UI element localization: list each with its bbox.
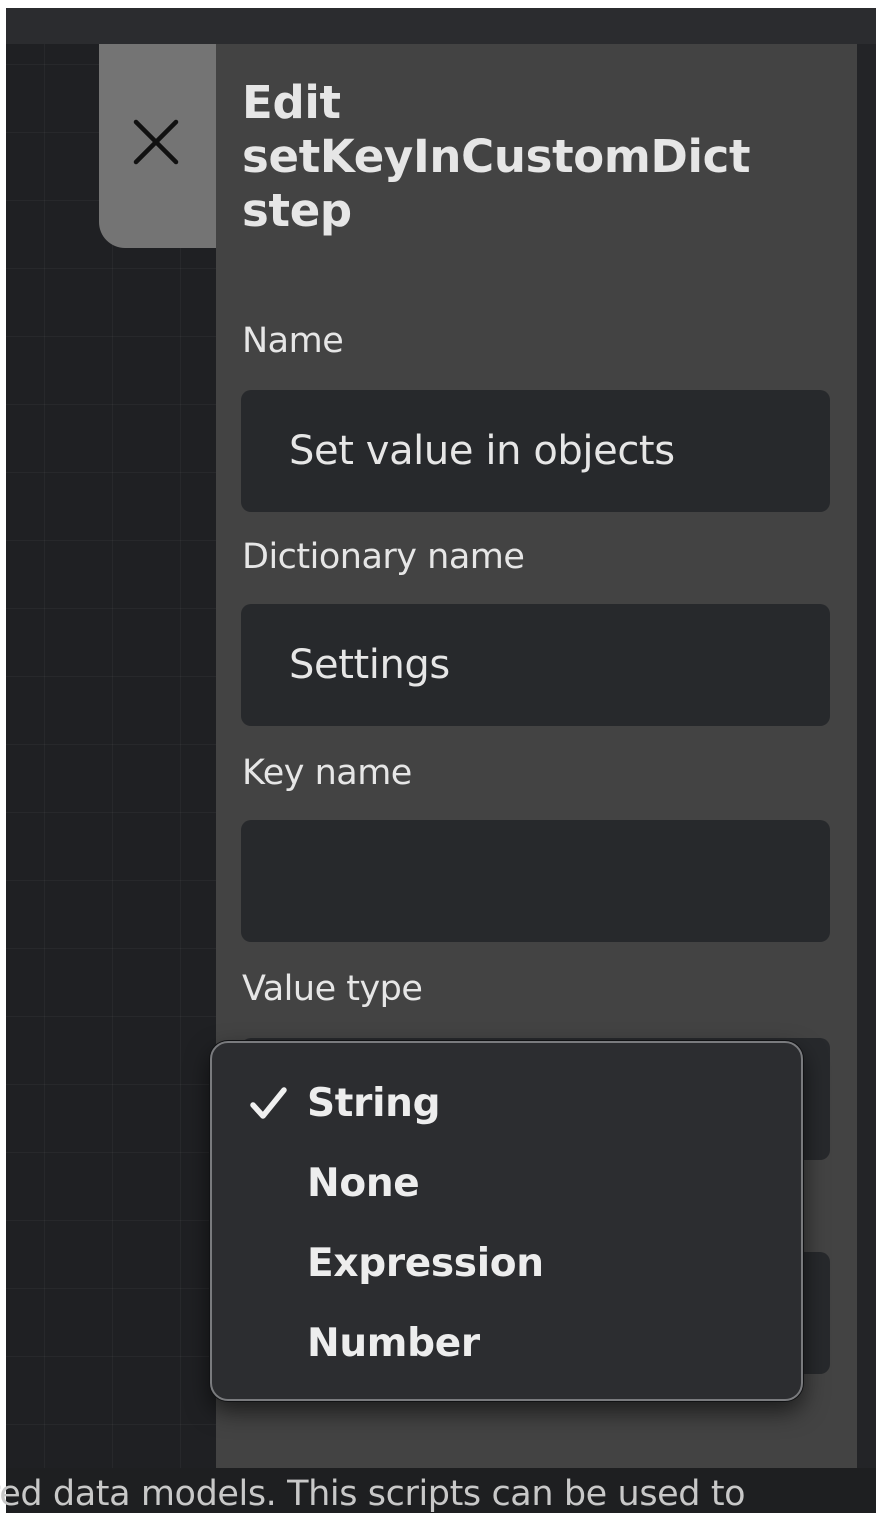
background-description-text: red data models. This scripts can be use… (0, 1474, 746, 1513)
name-input[interactable]: Set value in objects (241, 390, 830, 512)
key-name-input[interactable] (241, 820, 830, 942)
panel-right-gutter (857, 44, 876, 1468)
panel-title: Edit setKeyInCustomDict step (242, 76, 751, 237)
close-panel-button[interactable] (99, 44, 216, 248)
dictionary-name-label: Dictionary name (242, 537, 525, 577)
option-label: Number (307, 1320, 480, 1366)
option-number[interactable]: Number (212, 1303, 801, 1383)
value-type-label: Value type (242, 969, 423, 1009)
option-label: String (307, 1080, 441, 1126)
checkmark-icon (250, 1087, 287, 1119)
name-label: Name (242, 321, 344, 361)
screen: Edit setKeyInCustomDict step Name Set va… (0, 0, 876, 1513)
dictionary-name-input[interactable]: Settings (241, 604, 830, 726)
value-type-dropdown-menu: String None Expression Number (210, 1041, 803, 1401)
option-none[interactable]: None (212, 1143, 801, 1223)
app-topbar (6, 8, 876, 44)
workflow-canvas[interactable] (6, 44, 216, 1468)
option-label: None (307, 1160, 420, 1206)
option-string[interactable]: String (212, 1063, 801, 1143)
option-expression[interactable]: Expression (212, 1223, 801, 1303)
close-icon (133, 119, 178, 165)
option-label: Expression (307, 1240, 544, 1286)
key-name-label: Key name (242, 753, 412, 793)
window-top-edge (0, 0, 876, 8)
